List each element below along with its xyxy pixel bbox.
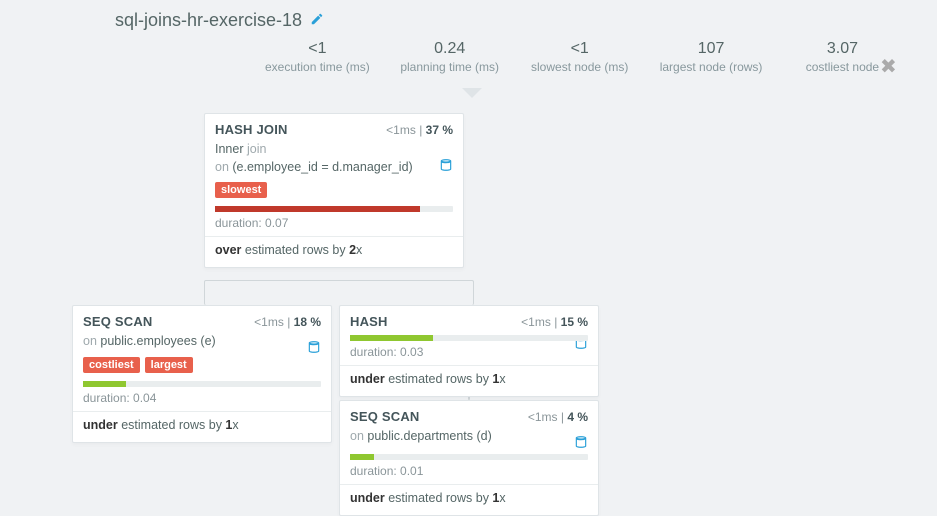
node-title: HASH — [350, 314, 388, 329]
database-icon[interactable] — [574, 435, 588, 452]
node-time: <1ms — [254, 315, 284, 329]
badge-slowest: slowest — [215, 182, 267, 198]
edit-icon[interactable] — [310, 10, 324, 31]
node-metrics: <1ms | 4 % — [528, 410, 588, 424]
tree-connector — [204, 280, 474, 305]
metric-label: planning time (ms) — [400, 60, 500, 74]
metric-label: costliest node — [792, 60, 892, 74]
node-detail: on public.departments (d) — [350, 428, 588, 446]
plan-node-hash-join[interactable]: HASH JOIN <1ms | 37 % Inner join on (e.e… — [204, 113, 464, 268]
node-time: <1ms — [528, 410, 558, 424]
metric-value: 3.07 — [792, 40, 892, 58]
node-time: <1ms — [386, 123, 416, 137]
metric-value: <1 — [530, 40, 630, 58]
metric-value: 107 — [660, 40, 763, 58]
metric-planning-time: 0.24 planning time (ms) — [400, 40, 500, 74]
node-metrics: <1ms | 18 % — [254, 315, 321, 329]
cost-bar — [350, 335, 588, 341]
metric-value: <1 — [265, 40, 370, 58]
node-title: SEQ SCAN — [350, 409, 420, 424]
page-title-row: sql-joins-hr-exercise-18 — [115, 10, 324, 31]
metric-label: execution time (ms) — [265, 60, 370, 74]
metric-value: 0.24 — [400, 40, 500, 58]
node-time: <1ms — [521, 315, 551, 329]
summary-pointer-icon — [462, 88, 482, 98]
metric-largest-node: 107 largest node (rows) — [660, 40, 763, 74]
close-icon[interactable]: ✖ — [880, 54, 897, 79]
metric-label: largest node (rows) — [660, 60, 763, 74]
metric-costliest-node: 3.07 costliest node — [792, 40, 892, 74]
node-estimate: over estimated rows by 2x — [215, 243, 453, 257]
node-pct: 15 % — [561, 315, 588, 329]
node-estimate: under estimated rows by 1x — [350, 491, 588, 505]
cost-bar — [350, 454, 588, 460]
node-title: HASH JOIN — [215, 122, 288, 137]
node-estimate: under estimated rows by 1x — [350, 372, 588, 386]
node-detail: on public.employees (e) — [83, 333, 321, 351]
metric-label: slowest node (ms) — [530, 60, 630, 74]
metric-execution-time: <1 execution time (ms) — [265, 40, 370, 74]
plan-node-seq-scan-departments[interactable]: SEQ SCAN <1ms | 4 % on public.department… — [339, 400, 599, 516]
node-duration: duration: 0.07 — [215, 216, 453, 230]
badge-costliest: costliest — [83, 357, 140, 373]
badge-largest: largest — [145, 357, 193, 373]
node-pct: 37 % — [426, 123, 453, 137]
node-estimate: under estimated rows by 1x — [83, 418, 321, 432]
node-pct: 18 % — [294, 315, 321, 329]
node-pct: 4 % — [567, 410, 588, 424]
node-metrics: <1ms | 15 % — [521, 315, 588, 329]
plan-node-hash[interactable]: HASH <1ms | 15 % duration: 0.03 under es… — [339, 305, 599, 397]
database-icon[interactable] — [439, 158, 453, 175]
node-title: SEQ SCAN — [83, 314, 153, 329]
plan-node-seq-scan-employees[interactable]: SEQ SCAN <1ms | 18 % on public.employees… — [72, 305, 332, 443]
summary-bar: <1 execution time (ms) 0.24 planning tim… — [265, 40, 892, 74]
cost-bar — [215, 206, 453, 212]
cost-bar — [83, 381, 321, 387]
node-duration: duration: 0.01 — [350, 464, 588, 478]
node-detail: Inner join on (e.employee_id = d.manager… — [215, 141, 453, 176]
database-icon[interactable] — [307, 340, 321, 357]
node-duration: duration: 0.03 — [350, 345, 588, 359]
page-title: sql-joins-hr-exercise-18 — [115, 10, 302, 31]
node-duration: duration: 0.04 — [83, 391, 321, 405]
metric-slowest-node: <1 slowest node (ms) — [530, 40, 630, 74]
node-metrics: <1ms | 37 % — [386, 123, 453, 137]
